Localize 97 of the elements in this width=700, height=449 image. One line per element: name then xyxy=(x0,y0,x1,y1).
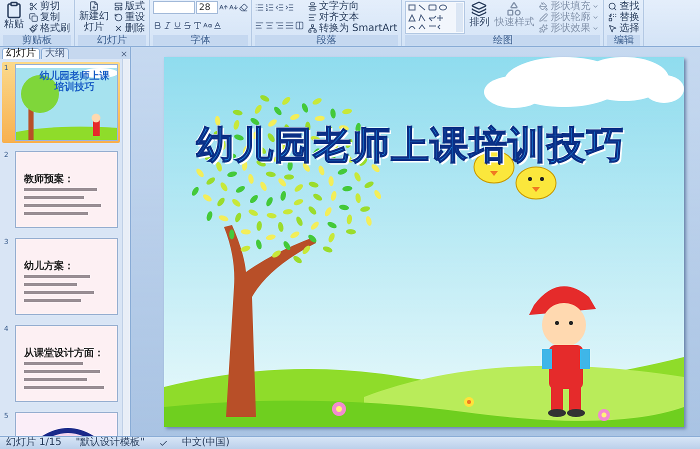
justify-button[interactable] xyxy=(285,21,294,30)
thumbnail-heading: 幼儿方案： xyxy=(24,261,75,272)
group-label: 字体 xyxy=(153,35,248,46)
center-button[interactable] xyxy=(265,21,274,30)
text-direction-icon xyxy=(308,2,317,11)
group-label: 幻灯片 xyxy=(78,35,146,46)
ribbon-button[interactable]: 对齐文本 xyxy=(307,12,398,23)
clipboard-icon xyxy=(5,1,23,19)
underline-icon xyxy=(173,21,182,30)
bird-drawing xyxy=(516,166,556,200)
numbering-button[interactable] xyxy=(265,3,274,12)
paintbrush-icon xyxy=(29,24,38,33)
clear-format-button[interactable] xyxy=(239,3,248,12)
check-icon xyxy=(158,438,168,448)
copy-icon xyxy=(29,13,38,22)
shapes-gallery[interactable] xyxy=(405,1,466,34)
scissors-icon xyxy=(29,2,38,11)
decrease-indent-icon xyxy=(275,3,284,12)
reset-icon xyxy=(114,13,123,22)
shapes-icon xyxy=(506,1,522,17)
grow-font-button[interactable] xyxy=(219,3,228,12)
close-button[interactable] xyxy=(120,50,128,58)
new-slide-button[interactable]: 新建幻灯片 xyxy=(78,1,110,33)
align-right-icon xyxy=(275,21,284,30)
ribbon-button[interactable]: 格式刷 xyxy=(28,23,71,34)
ribbon-button[interactable]: 版式 xyxy=(113,1,146,12)
sparkles-icon xyxy=(539,24,548,33)
change-case-icon xyxy=(203,21,212,30)
paste-button[interactable]: 粘贴 xyxy=(3,1,25,30)
eraser-icon xyxy=(239,3,248,12)
change-case-button[interactable] xyxy=(203,21,212,30)
search-icon xyxy=(608,2,618,11)
italic-icon xyxy=(163,21,172,30)
flower-drawing xyxy=(464,397,474,407)
ribbon-button[interactable]: 复制 xyxy=(28,12,71,23)
replace-icon xyxy=(608,13,618,22)
font-color-icon xyxy=(213,21,222,30)
flower-drawing xyxy=(598,409,610,421)
increase-indent-icon xyxy=(285,3,294,12)
new-slide-icon xyxy=(89,1,99,11)
shadow-icon xyxy=(193,21,202,30)
flower-drawing xyxy=(332,402,346,416)
justify-icon xyxy=(285,21,294,30)
italic-button[interactable] xyxy=(163,21,172,30)
bullets-button[interactable] xyxy=(255,3,264,12)
language: 中文(中国) xyxy=(182,437,230,449)
bullets-icon xyxy=(255,3,264,12)
ribbon-button[interactable]: 选择 xyxy=(607,23,640,34)
delete-icon xyxy=(114,24,123,33)
strikethrough-icon xyxy=(183,21,192,30)
theme-name: "默认设计模板" xyxy=(76,437,145,449)
thumbnail-heading: 从课堂设计方面： xyxy=(24,348,105,359)
ribbon-button[interactable]: 剪切 xyxy=(28,1,71,12)
bold-button[interactable] xyxy=(153,21,162,30)
scrollbar[interactable] xyxy=(122,59,130,436)
font-name-field[interactable] xyxy=(153,1,195,14)
columns-button[interactable] xyxy=(295,21,304,30)
shrink-font-button[interactable] xyxy=(229,3,238,12)
font-size-field[interactable]: 28 xyxy=(196,1,218,14)
numbering-icon xyxy=(265,3,274,12)
ribbon-button[interactable]: 替换 xyxy=(607,12,640,23)
layout-icon xyxy=(114,2,123,11)
pointer-icon xyxy=(608,24,618,33)
underline-button[interactable] xyxy=(173,21,182,30)
align-text-icon xyxy=(308,13,317,22)
increase-indent-button[interactable] xyxy=(285,3,294,12)
group-label: 编辑 xyxy=(607,35,640,46)
group-label: 剪贴板 xyxy=(3,35,71,46)
smartart-icon xyxy=(308,24,317,33)
pen-icon xyxy=(539,13,548,22)
arrange-button[interactable]: 排列 xyxy=(468,1,490,28)
ribbon-button[interactable]: 重设 xyxy=(113,12,146,23)
slide-position: 幻灯片 1/15 xyxy=(6,437,62,449)
group-label: 段落 xyxy=(255,35,398,46)
panel-tab[interactable]: 幻灯片 xyxy=(2,48,40,59)
close-icon xyxy=(120,50,128,58)
bold-icon xyxy=(153,21,162,30)
center-icon xyxy=(265,21,274,30)
strikethrough-button[interactable] xyxy=(183,21,192,30)
ribbon-button[interactable]: 删除 xyxy=(113,23,146,34)
shadow-button[interactable] xyxy=(193,21,202,30)
ribbon-button[interactable]: 转换为 SmartArt xyxy=(307,23,398,34)
align-right-button[interactable] xyxy=(275,21,284,30)
ribbon-button[interactable]: 文字方向 xyxy=(307,1,398,12)
columns-icon xyxy=(295,21,304,30)
shrink-font-icon xyxy=(229,3,238,12)
group-label: 绘图 xyxy=(405,35,600,46)
align-left-button[interactable] xyxy=(255,21,264,30)
align-left-icon xyxy=(255,21,264,30)
grow-font-icon xyxy=(219,3,228,12)
thumbnail-heading: 教师预案： xyxy=(24,174,75,185)
paint-bucket-icon xyxy=(539,2,548,11)
ribbon-button[interactable]: 查找 xyxy=(607,1,640,12)
decrease-indent-button[interactable] xyxy=(275,3,284,12)
panel-tab[interactable]: 大纲 xyxy=(41,48,69,59)
layers-icon xyxy=(471,1,488,17)
font-color-button[interactable] xyxy=(213,21,222,30)
